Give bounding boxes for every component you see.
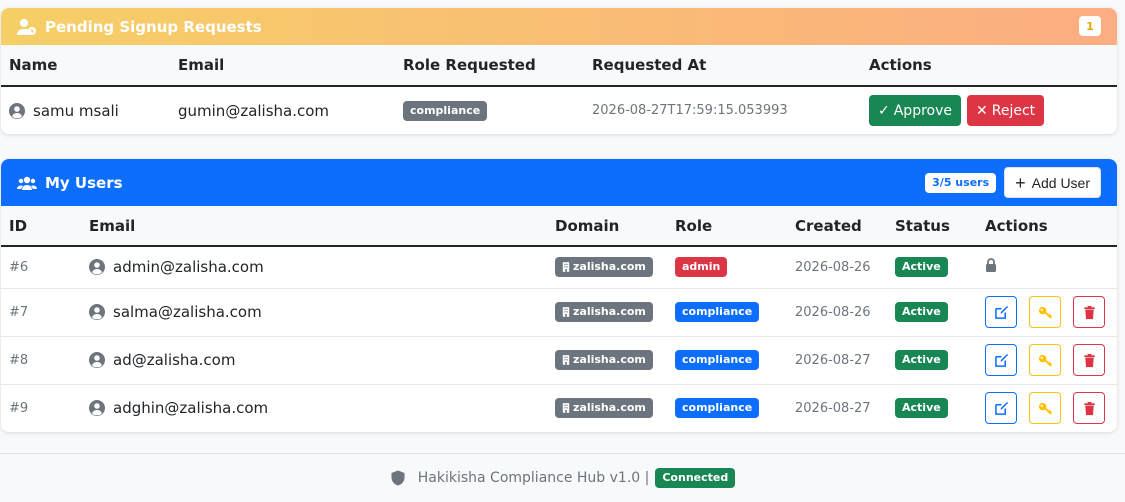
users-icon	[17, 174, 37, 192]
col-created: Created	[787, 206, 887, 247]
user-email: salma@zalisha.com	[113, 303, 262, 321]
user-email: ad@zalisha.com	[113, 351, 236, 369]
user-circle-icon	[89, 259, 105, 276]
user-clock-icon	[17, 18, 37, 36]
pending-requests-table: Name Email Role Requested Requested At A…	[1, 45, 1117, 134]
col-domain: Domain	[547, 206, 667, 247]
table-row: samu msali gumin@zalisha.com compliance …	[1, 86, 1117, 134]
pending-requests-header: Pending Signup Requests 1	[1, 8, 1117, 45]
user-email: adghin@zalisha.com	[113, 399, 269, 418]
col-role-requested: Role Requested	[395, 45, 584, 87]
table-row: #8 ad@zalisha.com zalisha.com compliance…	[1, 336, 1117, 385]
role-badge: compliance	[675, 398, 760, 419]
col-actions: Actions	[861, 45, 1117, 87]
col-id: ID	[1, 206, 81, 247]
col-email: Email	[170, 45, 395, 87]
user-circle-icon	[89, 400, 105, 417]
role-badge: admin	[675, 257, 728, 278]
my-users-title: My Users	[45, 173, 123, 192]
shield-icon	[390, 470, 406, 486]
users-table: ID Email Domain Role Created Status Acti…	[1, 206, 1117, 432]
user-id: #8	[1, 336, 81, 385]
reset-password-button[interactable]	[1029, 296, 1061, 328]
plus-icon: +	[1015, 172, 1026, 193]
request-name: samu msali	[33, 101, 119, 120]
building-icon	[562, 262, 570, 273]
domain-badge: zalisha.com	[555, 350, 653, 370]
col-status: Status	[887, 206, 977, 247]
delete-user-button[interactable]	[1073, 344, 1105, 376]
key-icon	[1038, 353, 1053, 368]
role-badge: compliance	[675, 350, 760, 370]
users-count-badge: 3/5 users	[925, 172, 997, 193]
role-badge: compliance	[675, 302, 760, 322]
created-date: 2026-08-27	[787, 336, 887, 385]
reset-password-button[interactable]	[1029, 392, 1061, 425]
user-id: #7	[1, 288, 81, 337]
add-user-button[interactable]: + Add User	[1004, 167, 1101, 198]
footer-text: Hakikisha Compliance Hub v1.0 |	[417, 470, 650, 486]
user-circle-icon	[89, 304, 105, 320]
key-icon	[1038, 305, 1053, 320]
connection-status-badge: Connected	[655, 468, 736, 488]
table-row: #7 salma@zalisha.com zalisha.com complia…	[1, 288, 1117, 337]
row-actions	[977, 288, 1117, 337]
pending-requests-card: Pending Signup Requests 1 Name Email Rol…	[1, 8, 1117, 134]
row-actions	[977, 384, 1117, 432]
edit-user-button[interactable]	[985, 296, 1017, 328]
col-email: Email	[81, 206, 547, 247]
user-circle-icon	[9, 102, 25, 119]
my-users-card: My Users 3/5 users + Add User ID Email D…	[1, 159, 1117, 432]
created-date: 2026-08-26	[787, 288, 887, 337]
edit-icon	[994, 305, 1009, 320]
user-circle-icon	[89, 352, 105, 368]
building-icon	[562, 355, 570, 365]
status-badge: Active	[895, 398, 948, 419]
status-badge: Active	[895, 302, 948, 322]
my-users-header: My Users 3/5 users + Add User	[1, 159, 1117, 206]
domain-badge: zalisha.com	[555, 257, 653, 278]
created-date: 2026-08-26	[787, 246, 887, 289]
role-badge: compliance	[403, 100, 488, 121]
request-email: gumin@zalisha.com	[178, 101, 330, 120]
lock-icon	[985, 258, 997, 273]
trash-icon	[1082, 305, 1097, 320]
key-icon	[1038, 401, 1053, 416]
approve-button[interactable]: ✓ Approve	[869, 95, 961, 126]
building-icon	[562, 403, 570, 414]
check-icon: ✓	[878, 102, 890, 119]
table-row: #9 adghin@zalisha.com zalisha.com compli…	[1, 384, 1117, 432]
user-id: #9	[9, 400, 29, 416]
edit-icon	[994, 401, 1009, 416]
trash-icon	[1082, 353, 1097, 368]
col-requested-at: Requested At	[584, 45, 861, 87]
building-icon	[562, 307, 570, 317]
col-actions: Actions	[977, 206, 1117, 247]
domain-badge: zalisha.com	[555, 302, 653, 322]
row-actions	[977, 246, 1117, 289]
edit-user-button[interactable]	[985, 344, 1017, 376]
pending-requests-title: Pending Signup Requests	[45, 17, 262, 36]
delete-user-button[interactable]	[1073, 296, 1105, 328]
table-row: #6 admin@zalisha.com zalisha.com admin 2…	[1, 246, 1117, 289]
footer: Hakikisha Compliance Hub v1.0 | Connecte…	[0, 453, 1125, 502]
requested-at: 2026-08-27T17:59:15.053993	[592, 103, 788, 118]
col-role: Role	[667, 206, 787, 247]
reject-button[interactable]: ✕ Reject	[967, 95, 1045, 126]
col-name: Name	[1, 45, 170, 87]
edit-icon	[994, 353, 1009, 368]
status-badge: Active	[895, 350, 948, 370]
edit-user-button[interactable]	[985, 392, 1017, 425]
user-id: #6	[1, 246, 81, 289]
status-badge: Active	[895, 257, 948, 278]
x-icon: ✕	[976, 102, 988, 119]
domain-badge: zalisha.com	[555, 398, 653, 419]
row-actions	[977, 336, 1117, 385]
created-date: 2026-08-27	[795, 400, 871, 416]
user-email: admin@zalisha.com	[113, 258, 264, 277]
trash-icon	[1082, 401, 1097, 416]
pending-count-badge: 1	[1079, 16, 1101, 36]
delete-user-button[interactable]	[1073, 392, 1105, 425]
reset-password-button[interactable]	[1029, 344, 1061, 376]
